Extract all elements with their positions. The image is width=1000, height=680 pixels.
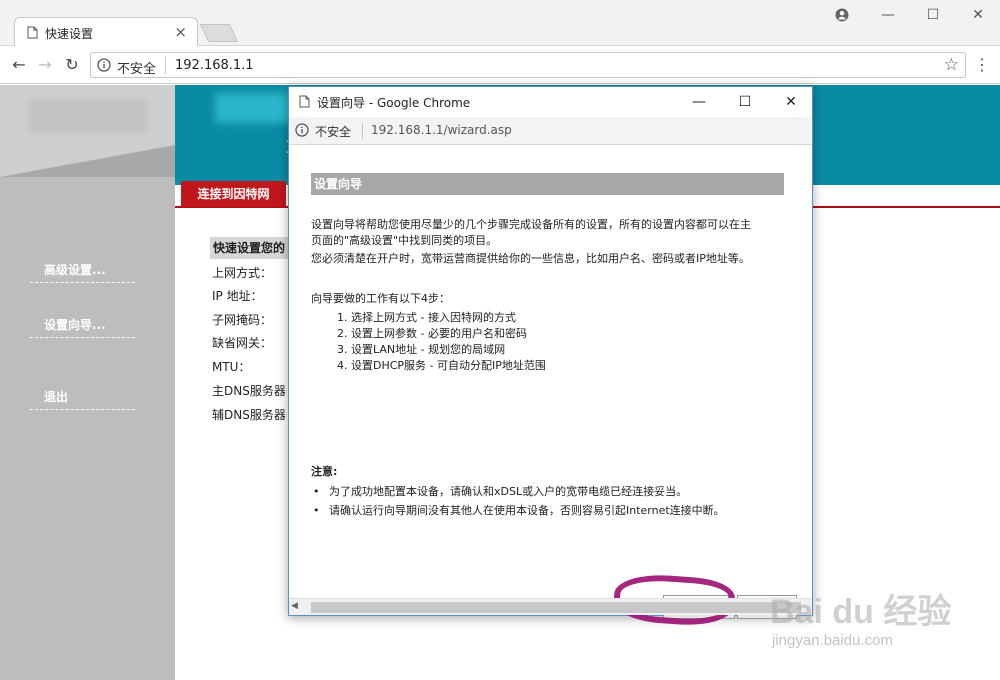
profile-icon[interactable] xyxy=(822,4,862,26)
security-label: 不安全 xyxy=(117,62,157,77)
browser-toolbar: ← → ↻ 不安全 192.168.1.1 ☆ ⋮ xyxy=(0,46,1000,84)
sidebar-link-advanced[interactable]: 高级设置... xyxy=(30,261,135,283)
sidebar-link-logout[interactable]: 退出 xyxy=(30,388,135,410)
note-text: 请确认运行向导期间没有其他人在使用本设备，否则容易引起Internet连接中断。 xyxy=(329,504,725,517)
maximize-icon[interactable]: ☐ xyxy=(913,4,953,26)
popup-address-separator xyxy=(362,123,363,139)
info-icon[interactable] xyxy=(295,123,309,140)
note-text: 为了成功地配置本设备，请确认和xDSL或入户的宽带电缆已经连接妥当。 xyxy=(329,485,688,498)
back-arrow-icon[interactable]: ← xyxy=(8,54,30,76)
field-label-dns2: 辅DNS服务器 xyxy=(212,408,286,422)
popup-security-label: 不安全 xyxy=(315,125,352,139)
field-label-connection: 上网方式： xyxy=(212,266,273,280)
popup-close-icon[interactable]: ✕ xyxy=(773,90,809,114)
bookmark-star-icon[interactable]: ☆ xyxy=(944,55,959,75)
wizard-content: 设置向导 设置向导将帮助您使用尽量少的几个步骤完成设备所有的设置，所有的设置内容… xyxy=(289,145,812,629)
wizard-popup-window: 设置向导 - Google Chrome — ☐ ✕ 不安全 192.168.1… xyxy=(288,86,813,629)
close-window-icon[interactable]: ✕ xyxy=(958,4,998,26)
browser-tab[interactable]: 快速设置 × xyxy=(14,17,198,47)
watermark-brand: Bai du 经验 xyxy=(770,593,952,631)
popup-minimize-icon[interactable]: — xyxy=(681,90,717,114)
field-label-mtu: MTU： xyxy=(212,360,251,374)
tab-connect-internet[interactable]: 连接到因特网 xyxy=(181,181,286,207)
step-item: 4. 设置DHCP服务 - 可自动分配IP地址范围 xyxy=(337,359,546,372)
quick-setup-title: 快速设置您的 xyxy=(210,237,290,259)
step-item: 1. 选择上网方式 - 接入因特网的方式 xyxy=(337,311,516,324)
menu-dots-icon[interactable]: ⋮ xyxy=(974,55,990,75)
sidebar-link-wizard[interactable]: 设置向导... xyxy=(30,316,135,338)
url-text[interactable]: 192.168.1.1 xyxy=(175,58,254,73)
intro-text-line3: 您必须清楚在开户时，宽带运营商提供给你的一些信息，比如用户名、密码或者IP地址等… xyxy=(311,252,750,265)
step-item: 2. 设置上网参数 - 必要的用户名和密码 xyxy=(337,327,527,340)
note-item: • 为了成功地配置本设备，请确认和xDSL或入户的宽带电缆已经连接妥当。 xyxy=(313,483,687,499)
field-label-ip: IP 地址： xyxy=(212,289,263,303)
bullet-dot: • xyxy=(313,504,320,517)
minimize-icon[interactable]: — xyxy=(868,4,908,26)
sidebar: 高级设置... 设置向导... 退出 xyxy=(0,85,175,680)
note-item: • 请确认运行向导期间没有其他人在使用本设备，否则容易引起Internet连接中断… xyxy=(313,502,725,518)
scroll-left-icon[interactable]: ◀ xyxy=(291,601,298,611)
router-logo xyxy=(28,99,148,133)
field-label-subnet: 子网掩码： xyxy=(212,313,273,327)
close-tab-icon[interactable]: × xyxy=(174,23,187,41)
reload-icon[interactable]: ↻ xyxy=(61,54,83,76)
baidu-watermark: Bai du 经验 jingyan.baidu.com xyxy=(762,568,962,668)
new-tab-button[interactable] xyxy=(199,24,239,42)
browser-tabstrip: 快速设置 × — ☐ ✕ xyxy=(0,0,1000,47)
popup-address-bar[interactable]: 不安全 192.168.1.1/wizard.asp xyxy=(289,117,812,145)
field-label-gateway: 缺省网关： xyxy=(212,336,273,350)
popup-title: 设置向导 - Google Chrome xyxy=(317,96,471,110)
intro-text-line2: 页面的"高级设置"中找到同类的项目。 xyxy=(311,234,498,247)
document-icon xyxy=(27,26,38,42)
field-label-dns1: 主DNS服务器 xyxy=(212,384,286,398)
wizard-heading: 设置向导 xyxy=(311,173,784,195)
bullet-dot: • xyxy=(313,485,320,498)
sidebar-divider xyxy=(0,145,175,177)
watermark-site: jingyan.baidu.com xyxy=(772,632,893,649)
tab-title: 快速设置 xyxy=(45,27,94,41)
info-icon[interactable] xyxy=(97,58,111,75)
popup-titlebar: 设置向导 - Google Chrome — ☐ ✕ xyxy=(289,87,812,117)
note-title: 注意: xyxy=(311,465,338,478)
step-item: 3. 设置LAN地址 - 规划您的局域网 xyxy=(337,343,506,356)
scrollbar-thumb[interactable] xyxy=(311,602,801,613)
address-separator xyxy=(165,57,166,74)
popup-maximize-icon[interactable]: ☐ xyxy=(727,90,763,114)
horizontal-scrollbar[interactable]: ◀ xyxy=(289,598,812,615)
popup-url-text[interactable]: 192.168.1.1/wizard.asp xyxy=(371,123,512,137)
document-icon xyxy=(299,95,310,111)
forward-arrow-icon[interactable]: → xyxy=(34,54,56,76)
steps-title: 向导要做的工作有以下4步： xyxy=(311,292,450,305)
address-bar[interactable]: 不安全 192.168.1.1 ☆ xyxy=(90,52,966,78)
intro-text-line1: 设置向导将帮助您使用尽量少的几个步骤完成设备所有的设置，所有的设置内容都可以在主 xyxy=(311,218,751,231)
